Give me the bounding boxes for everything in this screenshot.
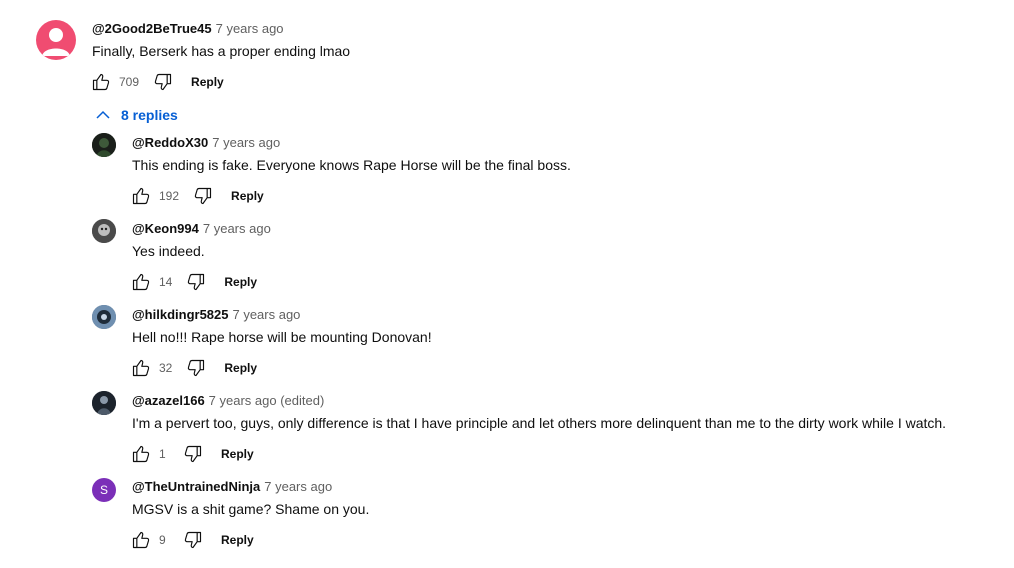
- avatar[interactable]: S: [92, 478, 116, 502]
- timestamp[interactable]: 7 years ago: [264, 479, 332, 494]
- replies-count: 8 replies: [121, 107, 178, 123]
- dislike-button[interactable]: [191, 184, 215, 208]
- comment-header: @hilkdingr5825 7 years ago: [132, 307, 300, 322]
- timestamp[interactable]: 7 years ago (edited): [209, 393, 325, 408]
- avatar-image-icon: [92, 305, 116, 329]
- timestamp[interactable]: 7 years ago: [203, 221, 271, 236]
- avatar-image-icon: [92, 219, 116, 243]
- thumbs-down-icon: [188, 359, 205, 377]
- comment-text: MGSV is a shit game? Shame on you.: [132, 501, 370, 517]
- dislike-button[interactable]: [151, 70, 175, 94]
- comment-actions: 32 Reply: [129, 356, 257, 380]
- reply-button[interactable]: Reply: [224, 361, 257, 375]
- avatar[interactable]: [92, 305, 116, 329]
- timestamp[interactable]: 7 years ago: [232, 307, 300, 322]
- dislike-button[interactable]: [181, 528, 205, 552]
- comment-actions: 14 Reply: [129, 270, 257, 294]
- avatar-image-icon: [92, 391, 116, 415]
- default-user-icon: [42, 28, 70, 56]
- dislike-button[interactable]: [184, 356, 208, 380]
- avatar-image-icon: [92, 133, 116, 157]
- like-button[interactable]: [129, 184, 153, 208]
- like-button[interactable]: [129, 356, 153, 380]
- avatar-letter: S: [99, 483, 108, 497]
- dislike-button[interactable]: [181, 442, 205, 466]
- avatar[interactable]: [92, 219, 116, 243]
- like-button[interactable]: [129, 270, 153, 294]
- reply-button[interactable]: Reply: [221, 533, 254, 547]
- comment-header: @ReddoX30 7 years ago: [132, 135, 280, 150]
- thumbs-up-icon: [92, 73, 110, 91]
- like-count: 192: [159, 189, 180, 203]
- author-name[interactable]: @hilkdingr5825: [132, 307, 228, 322]
- like-button[interactable]: [129, 528, 153, 552]
- author-name[interactable]: @TheUntrainedNinja: [132, 479, 260, 494]
- comment-header: @2Good2BeTrue45 7 years ago: [92, 21, 284, 36]
- thumbs-up-icon: [132, 445, 150, 463]
- like-count: 14: [159, 275, 173, 289]
- author-name[interactable]: @ReddoX30: [132, 135, 208, 150]
- timestamp[interactable]: 7 years ago: [216, 21, 284, 36]
- author-name[interactable]: @Keon994: [132, 221, 199, 236]
- comment-actions: 1 Reply: [129, 442, 254, 466]
- thumbs-up-icon: [132, 359, 150, 377]
- thumbs-down-icon: [188, 273, 205, 291]
- thumbs-down-icon: [184, 445, 202, 463]
- comment-text: I'm a pervert too, guys, only difference…: [132, 415, 947, 431]
- like-count: 9: [159, 533, 166, 547]
- comment-header: @TheUntrainedNinja 7 years ago: [132, 479, 332, 494]
- reply-button[interactable]: Reply: [224, 275, 257, 289]
- thumbs-up-icon: [132, 187, 150, 205]
- like-count: 1: [159, 447, 166, 461]
- like-count: 709: [119, 75, 140, 89]
- like-button[interactable]: [89, 70, 113, 94]
- comment-actions: 709 Reply: [89, 70, 224, 94]
- comment-text: This ending is fake. Everyone knows Rape…: [132, 157, 571, 173]
- thumbs-up-icon: [132, 273, 150, 291]
- comment-actions: 9 Reply: [129, 528, 254, 552]
- reply-button[interactable]: Reply: [231, 189, 264, 203]
- thumbs-down-icon: [154, 73, 172, 91]
- comment-actions: 192 Reply: [129, 184, 264, 208]
- thumbs-down-icon: [194, 187, 212, 205]
- author-name[interactable]: @2Good2BeTrue45: [92, 21, 212, 36]
- comment-header: @Keon994 7 years ago: [132, 221, 271, 236]
- author-name[interactable]: @azazel166: [132, 393, 205, 408]
- comment-text: Finally, Berserk has a proper ending lma…: [92, 43, 351, 59]
- replies-toggle-button[interactable]: 8 replies: [95, 104, 178, 126]
- comment-header: @azazel166 7 years ago (edited): [132, 393, 324, 408]
- avatar[interactable]: [36, 20, 76, 60]
- thumbs-up-icon: [132, 531, 150, 549]
- reply-button[interactable]: Reply: [221, 447, 254, 461]
- timestamp[interactable]: 7 years ago: [212, 135, 280, 150]
- chevron-up-icon: [96, 110, 110, 119]
- like-button[interactable]: [129, 442, 153, 466]
- comment-text: Hell no!!! Rape horse will be mounting D…: [132, 329, 432, 345]
- reply-button[interactable]: Reply: [191, 75, 224, 89]
- dislike-button[interactable]: [184, 270, 208, 294]
- comment-text: Yes indeed.: [132, 243, 205, 259]
- avatar[interactable]: [92, 391, 116, 415]
- like-count: 32: [159, 361, 173, 375]
- thumbs-down-icon: [184, 531, 202, 549]
- avatar[interactable]: [92, 133, 116, 157]
